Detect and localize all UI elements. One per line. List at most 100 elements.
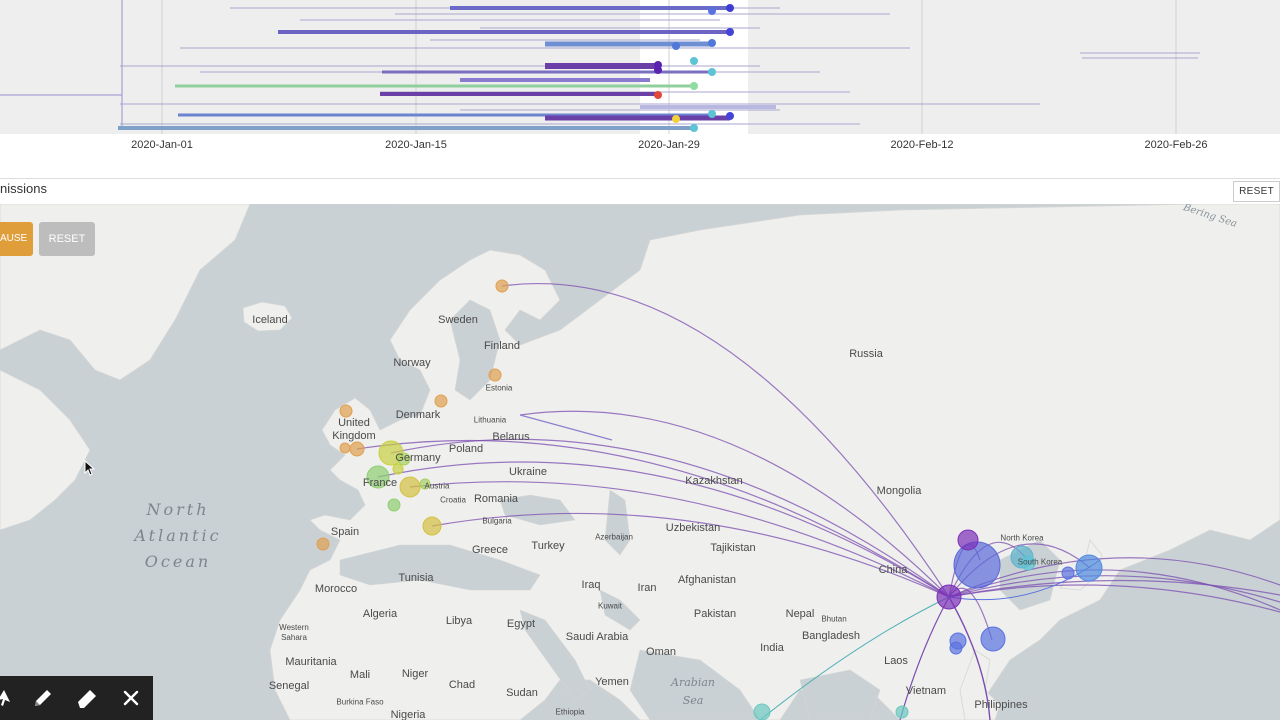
location-circle[interactable] — [495, 279, 509, 293]
map-label: South Korea — [1017, 557, 1063, 567]
map-label: Estonia — [485, 383, 513, 393]
transmission-map[interactable]: Iceland Sweden Finland Norway Russia Est… — [0, 204, 1280, 720]
location-circle[interactable] — [399, 476, 421, 498]
tree-tip[interactable] — [690, 82, 698, 90]
map-label: Laos — [884, 655, 908, 667]
location-circle[interactable] — [422, 516, 442, 536]
map-label: Western Sahara — [279, 623, 309, 642]
map-label: Nigeria — [390, 709, 426, 720]
tick-label: 2020-Jan-15 — [385, 139, 447, 151]
location-circle[interactable] — [339, 404, 353, 418]
tree-tip[interactable] — [654, 66, 662, 74]
land-masses — [0, 204, 1280, 720]
location-circle[interactable] — [1061, 566, 1075, 580]
map-label: Spain — [330, 526, 360, 538]
location-circle[interactable] — [339, 442, 351, 454]
reset-layout-button[interactable]: RESET — [1233, 181, 1280, 202]
tree-tip[interactable] — [708, 7, 716, 15]
location-circle[interactable] — [753, 703, 771, 720]
location-circle[interactable] — [936, 584, 962, 610]
location-circle[interactable] — [349, 441, 365, 457]
phylogeny-panel[interactable] — [0, 0, 1280, 134]
location-circle[interactable] — [1075, 554, 1103, 582]
drawing-toolbar — [0, 676, 153, 720]
map-label: Tajikistan — [710, 542, 756, 554]
location-circle[interactable] — [949, 641, 963, 655]
map-label: Saudi Arabia — [565, 631, 629, 643]
tree-tip[interactable] — [672, 42, 680, 50]
tick-label: 2020-Feb-12 — [890, 139, 954, 151]
eraser-icon[interactable] — [73, 684, 101, 712]
location-circle[interactable] — [488, 368, 502, 382]
tree-tip[interactable] — [726, 4, 734, 12]
map-panel-title: nissions — [0, 181, 47, 196]
time-axis: 2020-Jan-01 2020-Jan-15 2020-Jan-29 2020… — [0, 134, 1280, 178]
map-label: Afghanistan — [677, 574, 737, 586]
map-label: Chad — [448, 679, 476, 691]
tree-branches — [0, 0, 1200, 130]
map-label: Ukraine — [509, 466, 547, 478]
location-circle[interactable] — [434, 394, 448, 408]
ocean-label: North Atlantic Ocean — [134, 500, 222, 571]
map-label: Sweden — [438, 314, 478, 326]
map-label: Ethiopia — [555, 707, 585, 717]
tick-label: 2020-Jan-29 — [638, 139, 700, 151]
map-canvas[interactable] — [0, 204, 1280, 720]
map-label: Senegal — [268, 680, 310, 692]
map-label: Finland — [483, 340, 521, 352]
tick-label: 2020-Feb-26 — [1144, 139, 1208, 151]
map-label: Morocco — [314, 583, 358, 595]
map-label: Poland — [448, 443, 484, 455]
location-circle[interactable] — [895, 705, 909, 719]
map-label: Croatia — [440, 495, 466, 505]
map-label: Pakistan — [693, 608, 737, 620]
pencil-icon[interactable] — [29, 684, 57, 712]
map-label: Romania — [473, 493, 519, 505]
location-circle[interactable] — [392, 463, 404, 475]
tree-tip[interactable] — [708, 68, 716, 76]
map-label: Algeria — [362, 608, 398, 620]
tree-tip[interactable] — [654, 91, 662, 99]
map-label: Mongolia — [876, 485, 922, 497]
map-label: Nepal — [785, 608, 815, 620]
close-icon[interactable] — [117, 684, 145, 712]
map-label: Iran — [637, 582, 657, 594]
location-circle[interactable] — [980, 626, 1006, 652]
map-label: Azerbaijan — [595, 532, 633, 542]
map-label: Philippines — [974, 699, 1028, 711]
map-label: Bangladesh — [801, 630, 861, 642]
land-greenland — [0, 204, 251, 381]
map-label: China — [878, 564, 908, 576]
tree-tip[interactable] — [708, 110, 716, 118]
tree-tip[interactable] — [690, 124, 698, 132]
map-label: Turkey — [531, 540, 565, 552]
map-label: Mauritania — [285, 656, 337, 668]
map-label: Greece — [471, 544, 509, 556]
location-circle[interactable] — [957, 529, 979, 551]
map-label: United Kingdom — [332, 417, 376, 442]
tree-tip[interactable] — [672, 115, 680, 123]
tick-label: 2020-Jan-01 — [131, 139, 193, 151]
tree-tip[interactable] — [708, 39, 716, 47]
pause-button[interactable]: AUSE — [0, 222, 33, 256]
map-label: Norway — [393, 357, 431, 369]
map-label: Burkina Faso — [336, 697, 384, 707]
location-circle[interactable] — [387, 498, 401, 512]
tree-tip[interactable] — [726, 28, 734, 36]
map-label: Kazakhstan — [685, 475, 743, 487]
location-circle[interactable] — [953, 541, 1001, 589]
tree-tip[interactable] — [690, 57, 698, 65]
map-label: Kuwait — [597, 601, 623, 611]
map-label: Bulgaria — [482, 516, 512, 526]
reset-map-button[interactable]: RESET — [39, 222, 95, 256]
tree-tip[interactable] — [726, 112, 734, 120]
map-header: nissions RESET — [0, 178, 1280, 205]
map-label: Iceland — [252, 314, 288, 326]
phylogeny-tree[interactable] — [0, 0, 1280, 134]
map-label: Lithuania — [473, 415, 507, 425]
map-label: Mali — [349, 669, 371, 681]
location-circle[interactable] — [316, 537, 330, 551]
map-label: Bhutan — [821, 614, 847, 624]
cursor-arrow-icon[interactable] — [0, 684, 18, 712]
land-canada — [0, 369, 91, 531]
